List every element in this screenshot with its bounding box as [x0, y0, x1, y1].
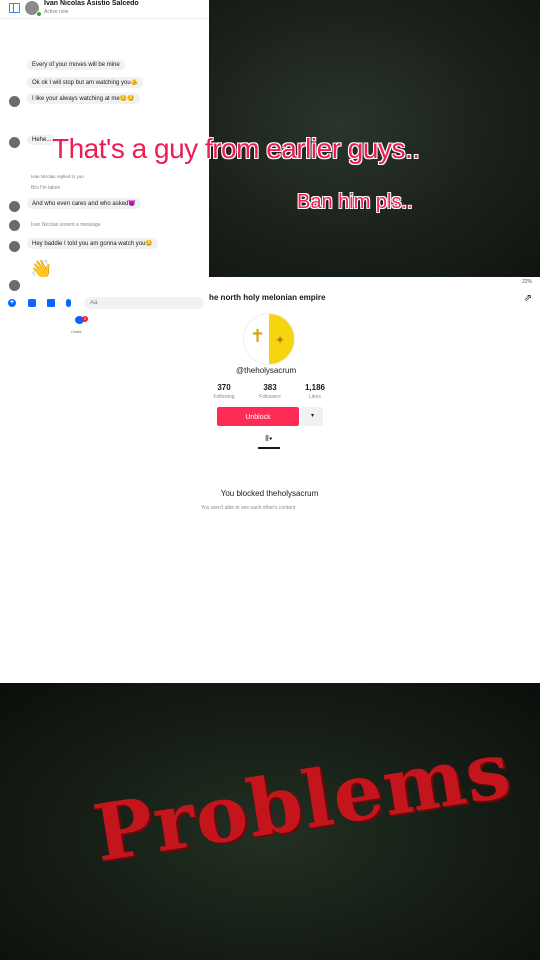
- message-bubble[interactable]: Ok ok I will stop but am watching you🫵: [27, 77, 144, 88]
- blocked-subtitle: You aren't able to see each other's cont…: [201, 505, 296, 511]
- stat-label: Following: [213, 394, 235, 400]
- sender-avatar: [9, 280, 20, 291]
- plus-icon[interactable]: +: [8, 299, 16, 307]
- unblock-button[interactable]: Unblock: [217, 407, 299, 426]
- profile-username: @theholysacrum: [236, 366, 297, 375]
- tab-videos[interactable]: ⦀▾: [258, 434, 280, 444]
- sender-avatar: [9, 96, 20, 107]
- chats-tab-label: Chats: [71, 329, 82, 334]
- tiktok-profile-panel: 22% he north holy melonian empire ⇗ ✝ ✦ …: [201, 277, 540, 683]
- message-composer: +: [0, 296, 209, 310]
- emblem-icon: ✦: [275, 333, 286, 347]
- battery-status: 22%: [521, 279, 532, 285]
- cross-icon: ✝: [250, 326, 266, 346]
- unsent-message-note: Ivan Nicolas unsent a message: [31, 222, 101, 228]
- message-bubble[interactable]: And who even cares and who asked😈: [27, 198, 141, 209]
- contact-status: Active now: [44, 9, 69, 15]
- stat-value: 1,186: [304, 383, 326, 392]
- stat-following[interactable]: 370 Following: [204, 383, 244, 400]
- white-fill: [0, 337, 209, 683]
- stat-label: Likes: [309, 394, 321, 400]
- reply-quote: Bro I'm taken: [31, 185, 61, 191]
- stat-value: 370: [217, 383, 231, 392]
- stat-likes[interactable]: 1,186 Likes: [295, 383, 335, 400]
- stat-followers[interactable]: 383 Followers: [250, 383, 290, 400]
- message-bubble[interactable]: I like your always watching at me😏😏: [27, 93, 140, 104]
- more-options-button[interactable]: ▾: [302, 407, 323, 426]
- stat-label: Followers: [259, 394, 281, 400]
- microphone-icon[interactable]: [66, 299, 71, 307]
- contact-name[interactable]: Ivan Nicolas Asistio Salcedo: [44, 0, 139, 7]
- sender-avatar: [9, 220, 20, 231]
- caption-main: That's a guy from earlier guys..: [52, 133, 420, 164]
- sender-avatar: [9, 241, 20, 252]
- sender-avatar: [9, 137, 20, 148]
- unread-badge: 2: [82, 316, 88, 322]
- share-icon[interactable]: ⇗: [524, 293, 532, 304]
- camera-icon[interactable]: [28, 299, 36, 307]
- online-status-dot: [36, 11, 42, 17]
- profile-avatar[interactable]: ✝ ✦: [243, 313, 295, 365]
- message-bubble[interactable]: Hey baddie I told you am gonna watch you…: [27, 238, 158, 249]
- sidebar-toggle-icon[interactable]: [9, 3, 20, 13]
- image-icon[interactable]: [47, 299, 55, 307]
- blocked-title: You blocked theholysacrum: [220, 489, 319, 498]
- message-bubble[interactable]: Every of your moves will be mine: [27, 60, 125, 70]
- caption-sub: Ban him pls..: [297, 191, 413, 213]
- sender-avatar: [9, 201, 20, 212]
- reply-label: Ivan Nicolas replied to you: [31, 174, 84, 179]
- wave-emoji-message[interactable]: 👋: [30, 260, 52, 277]
- message-input[interactable]: [84, 297, 204, 309]
- stat-value: 383: [263, 383, 277, 392]
- active-tab-indicator: [258, 447, 280, 449]
- profile-display-name: he north holy melonian empire: [209, 293, 326, 302]
- chat-header: Ivan Nicolas Asistio Salcedo Active now: [0, 0, 209, 19]
